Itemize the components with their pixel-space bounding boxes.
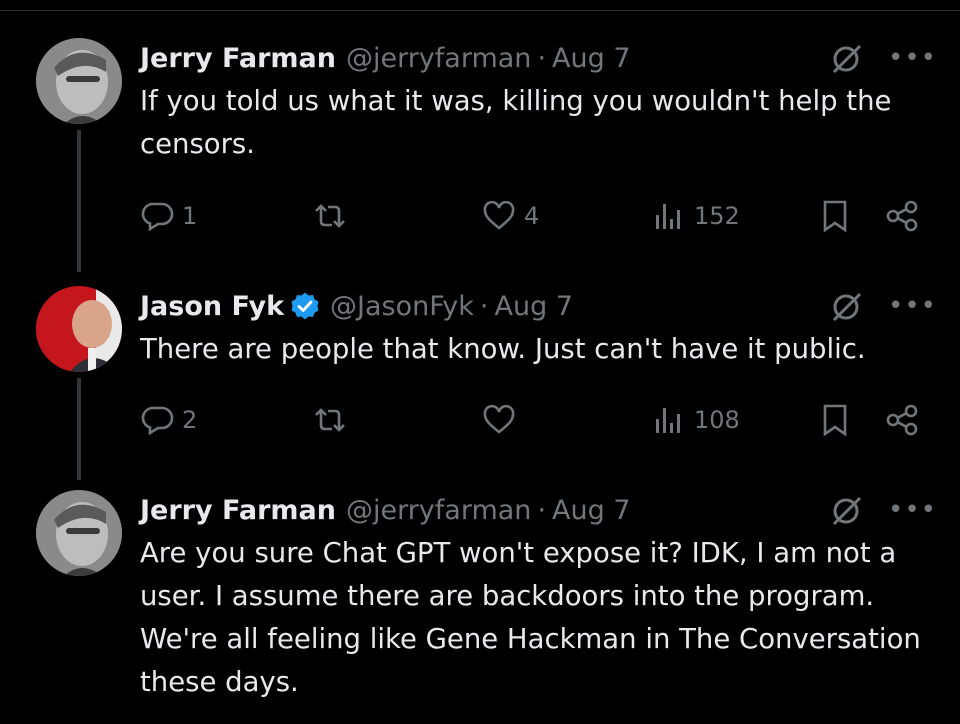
- tweet-3[interactable]: Jerry Farman @jerryfarman · Aug 7 ••• Ar…: [0, 490, 960, 724]
- retweet-icon: [310, 405, 350, 435]
- share-icon: [884, 199, 920, 233]
- reply-count: 1: [182, 202, 198, 230]
- tweet-text: There are people that know. Just can't h…: [140, 333, 866, 365]
- reply-icon: [140, 405, 174, 435]
- separator-dot: ·: [537, 494, 547, 526]
- tweet-date[interactable]: Aug 7: [552, 43, 630, 74]
- more-icon[interactable]: •••: [888, 497, 936, 523]
- action-bar: 1 4 152: [140, 196, 930, 236]
- bookmark-button[interactable]: [820, 400, 850, 440]
- views-button[interactable]: 108: [652, 400, 740, 440]
- thread-line: [77, 130, 81, 272]
- heart-icon: [482, 201, 516, 231]
- author-name[interactable]: Jerry Farman: [140, 495, 336, 526]
- bookmark-button[interactable]: [820, 196, 850, 236]
- views-icon: [652, 201, 686, 231]
- bookmark-icon: [820, 403, 850, 437]
- tweet-header: Jason Fyk @JasonFyk · Aug 7: [140, 286, 573, 326]
- views-icon: [652, 405, 686, 435]
- separator-dot: ·: [537, 42, 547, 74]
- more-icon[interactable]: •••: [888, 45, 936, 71]
- author-name[interactable]: Jason Fyk: [140, 291, 284, 322]
- grok-icon[interactable]: [828, 288, 864, 324]
- like-count: 4: [524, 202, 540, 230]
- views-button[interactable]: 152: [652, 196, 740, 236]
- retweet-icon: [310, 201, 350, 231]
- avatar-jerry-farman[interactable]: [36, 490, 122, 576]
- grok-icon[interactable]: [828, 492, 864, 528]
- bookmark-icon: [820, 199, 850, 233]
- like-button[interactable]: 4: [482, 196, 539, 236]
- author-handle[interactable]: @jerryfarman: [346, 43, 531, 74]
- like-button[interactable]: [482, 400, 524, 440]
- more-icon[interactable]: •••: [888, 293, 936, 319]
- tweet-date[interactable]: Aug 7: [495, 291, 573, 322]
- views-count: 152: [694, 202, 740, 230]
- tweet-header: Jerry Farman @jerryfarman · Aug 7: [140, 490, 631, 530]
- retweet-button[interactable]: [310, 196, 358, 236]
- reply-button[interactable]: 1: [140, 196, 197, 236]
- share-button[interactable]: [884, 400, 920, 440]
- views-count: 108: [694, 406, 740, 434]
- reply-count: 2: [182, 406, 198, 434]
- avatar-jerry-farman[interactable]: [36, 38, 122, 124]
- action-bar: 2 108: [140, 400, 930, 440]
- author-name[interactable]: Jerry Farman: [140, 43, 336, 74]
- avatar-jason-fyk[interactable]: [36, 286, 122, 372]
- retweet-button[interactable]: [310, 400, 358, 440]
- author-handle[interactable]: @JasonFyk: [330, 291, 474, 322]
- author-handle[interactable]: @jerryfarman: [346, 495, 531, 526]
- tweet-text: Are you sure Chat GPT won't expose it? I…: [140, 537, 921, 698]
- reply-button[interactable]: 2: [140, 400, 197, 440]
- tweet-date[interactable]: Aug 7: [552, 495, 630, 526]
- tweet-text: If you told us what it was, killing you …: [140, 85, 892, 160]
- tweet-2[interactable]: Jason Fyk @JasonFyk · Aug 7 ••• There ar…: [0, 286, 960, 486]
- tweet-header: Jerry Farman @jerryfarman · Aug 7: [140, 38, 631, 78]
- share-icon: [884, 403, 920, 437]
- heart-icon: [482, 405, 516, 435]
- verified-badge-icon: [290, 291, 320, 321]
- top-divider: [0, 10, 960, 11]
- thread-line: [77, 378, 81, 480]
- share-button[interactable]: [884, 196, 920, 236]
- reply-icon: [140, 201, 174, 231]
- grok-icon[interactable]: [828, 40, 864, 76]
- separator-dot: ·: [479, 290, 489, 322]
- tweet-1[interactable]: Jerry Farman @jerryfarman · Aug 7 ••• If…: [0, 38, 960, 278]
